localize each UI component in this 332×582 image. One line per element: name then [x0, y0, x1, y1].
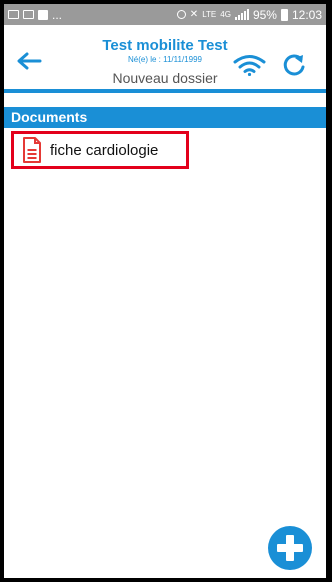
network-4g: 4G: [220, 9, 231, 19]
back-button[interactable]: [12, 47, 46, 75]
facebook-icon: [38, 9, 48, 20]
back-arrow-icon: [17, 52, 42, 70]
wifi-icon[interactable]: [233, 54, 266, 76]
clock: 12:03: [291, 7, 322, 22]
header-divider: [4, 89, 326, 93]
document-label: fiche cardiologie: [50, 141, 159, 159]
app-header: Test mobilite Test Né(e) le : 11/11/1999…: [4, 25, 326, 93]
app-screen: ... ✕ LTE 4G 95% 12:03 Test mobilite Tes…: [4, 4, 326, 578]
mute-icon: ✕: [189, 9, 199, 20]
refresh-icon[interactable]: [281, 52, 307, 78]
status-bar-notifications: ...: [8, 8, 62, 22]
battery-percent: 95%: [252, 7, 277, 22]
image-icon: [8, 10, 19, 19]
status-bar: ... ✕ LTE 4G 95% 12:03: [4, 4, 326, 25]
document-item[interactable]: fiche cardiologie: [11, 131, 189, 169]
alarm-icon: [176, 10, 186, 19]
photo-icon: [23, 10, 34, 19]
more-notifications: ...: [52, 7, 63, 22]
battery-icon: [280, 8, 288, 21]
add-document-button[interactable]: [267, 525, 313, 571]
patient-name: Test mobilite Test: [102, 37, 228, 54]
status-bar-system: ✕ LTE 4G 95% 12:03: [176, 7, 322, 22]
documents-section-header: Documents: [4, 107, 326, 128]
pdf-document-icon: [23, 137, 41, 163]
network-type: LTE: [202, 9, 217, 19]
signal-icon: [234, 9, 249, 20]
